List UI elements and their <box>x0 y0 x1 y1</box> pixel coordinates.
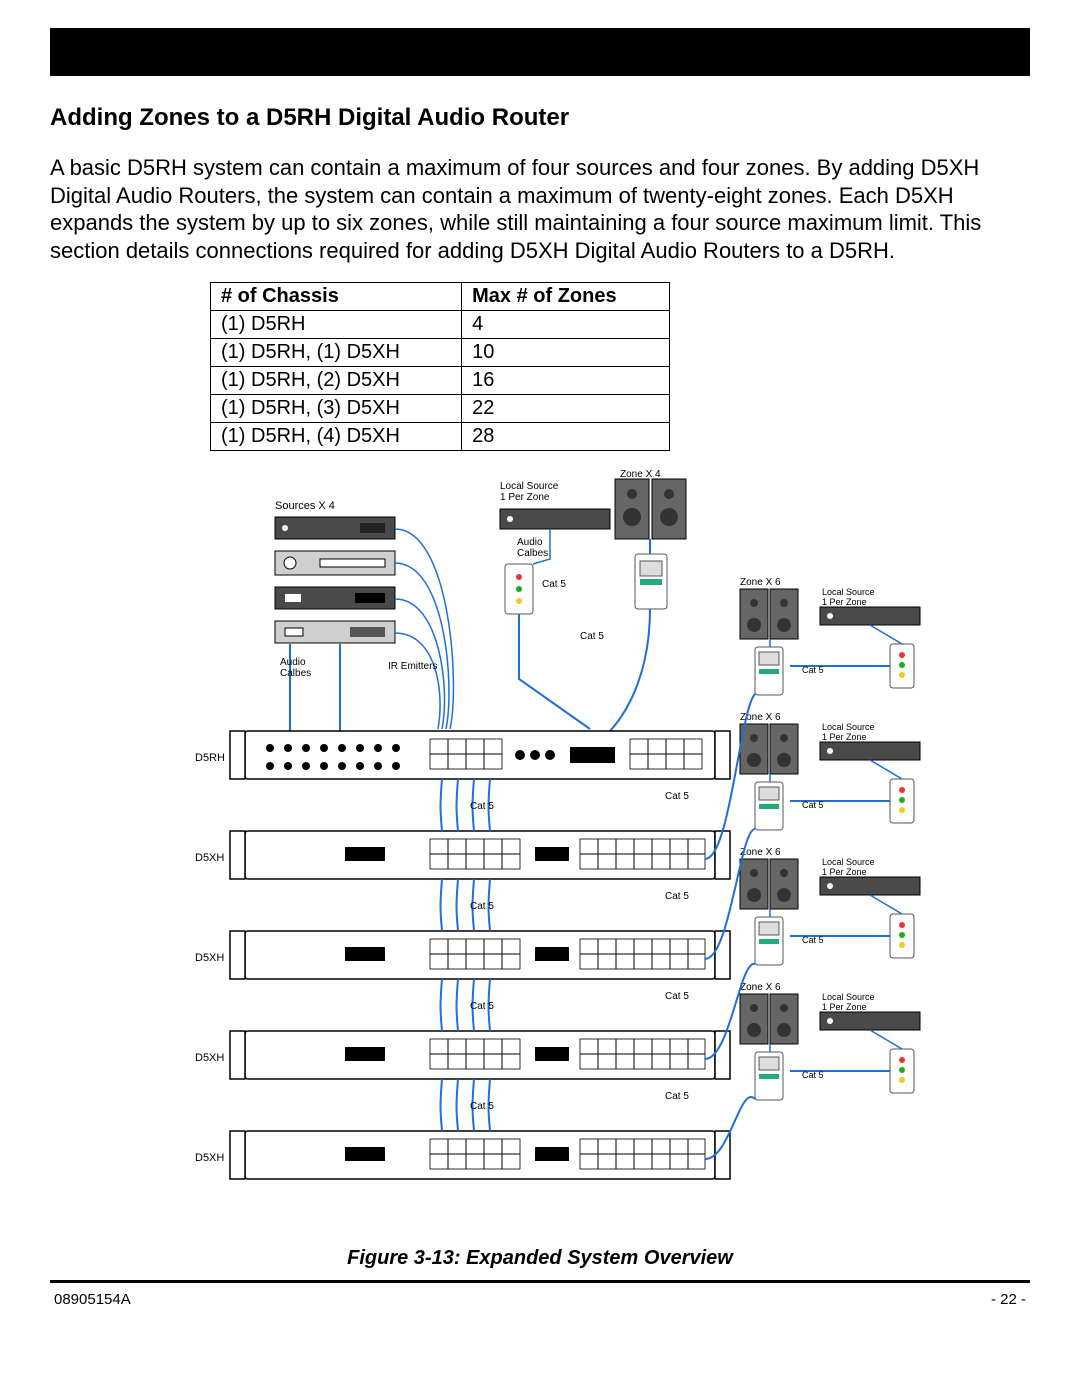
chassis-label-d5xh-3: D5XH <box>195 1052 224 1064</box>
svg-text:1 Per Zone: 1 Per Zone <box>500 492 550 503</box>
cat5-label: Cat 5 <box>665 1091 689 1102</box>
cat5-label: Cat 5 <box>802 800 824 810</box>
audio-cables-left-label: Audio <box>280 657 306 668</box>
page-number: - 22 - <box>991 1291 1026 1308</box>
source-device-3-icon <box>275 587 395 609</box>
local-source-top-label: Local Source <box>500 481 559 492</box>
chassis-label-d5xh-4: D5XH <box>195 1152 224 1164</box>
zone-x6-label: Zone X 6 <box>740 847 781 858</box>
d5xh-chassis-3-icon <box>230 1031 730 1079</box>
chassis-table: # of Chassis Max # of Zones (1) D5RH4 (1… <box>210 282 670 451</box>
local-source-top-icon <box>500 509 610 529</box>
table-row: (1) D5RH, (4) D5XH28 <box>211 423 670 451</box>
local-source-label: Local Source <box>822 992 875 1002</box>
svg-text:1 Per Zone: 1 Per Zone <box>822 867 867 877</box>
zone-x6-label: Zone X 6 <box>740 982 781 993</box>
source-device-4-icon <box>275 621 395 643</box>
table-row: (1) D5RH4 <box>211 311 670 339</box>
section-title: Adding Zones to a D5RH Digital Audio Rou… <box>50 104 1030 132</box>
cat5-label: Cat 5 <box>802 1070 824 1080</box>
table-header-zones: Max # of Zones <box>462 283 670 311</box>
intro-paragraph: A basic D5RH system can contain a maximu… <box>50 154 1030 264</box>
doc-id: 08905154A <box>54 1291 131 1308</box>
figure-caption: Figure 3-13: Expanded System Overview <box>50 1247 1030 1270</box>
zone-x6-label: Zone X 6 <box>740 577 781 588</box>
cat5-label: Cat 5 <box>802 665 824 675</box>
audio-cables-mid-label: Audio <box>517 537 543 548</box>
cat5-label: Cat 5 <box>665 991 689 1002</box>
cat5-label: Cat 5 <box>580 631 604 642</box>
header-black-bar <box>50 28 1030 76</box>
cat5-label: Cat 5 <box>802 935 824 945</box>
chassis-label-d5rh: D5RH <box>195 752 225 764</box>
cat5-label: Cat 5 <box>470 801 494 812</box>
svg-text:Calbes: Calbes <box>280 668 311 679</box>
d5xh-chassis-2-icon <box>230 931 730 979</box>
cat5-label: Cat 5 <box>665 891 689 902</box>
zone-x4-label: Zone X 4 <box>620 469 661 480</box>
cat5-label: Cat 5 <box>470 1001 494 1012</box>
table-row: (1) D5RH, (1) D5XH10 <box>211 339 670 367</box>
wall-plate-top-icon <box>505 564 533 614</box>
svg-text:1 Per Zone: 1 Per Zone <box>822 1002 867 1012</box>
cat5-label: Cat 5 <box>665 791 689 802</box>
footer-rule <box>50 1280 1030 1283</box>
chassis-label-d5xh-1: D5XH <box>195 852 224 864</box>
local-source-label: Local Source <box>822 722 875 732</box>
cat5-label: Cat 5 <box>470 1101 494 1112</box>
source-device-1-icon <box>275 517 395 539</box>
d5xh-chassis-1-icon <box>230 831 730 879</box>
chassis-label-d5xh-2: D5XH <box>195 952 224 964</box>
svg-text:1 Per Zone: 1 Per Zone <box>822 597 867 607</box>
local-source-label: Local Source <box>822 857 875 867</box>
zone-top-speakers-icon <box>615 479 686 539</box>
svg-text:1 Per Zone: 1 Per Zone <box>822 732 867 742</box>
local-source-label: Local Source <box>822 587 875 597</box>
table-row: (1) D5RH, (3) D5XH22 <box>211 395 670 423</box>
ir-emitters-label: IR Emitters <box>388 661 437 672</box>
table-row: (1) D5RH, (2) D5XH16 <box>211 367 670 395</box>
cat5-label: Cat 5 <box>470 901 494 912</box>
svg-text:Calbes: Calbes <box>517 548 548 559</box>
table-header-chassis: # of Chassis <box>211 283 462 311</box>
zone-top-keypad-icon <box>635 554 667 609</box>
system-diagram: Sources X 4 Audio Calbes IR Emitters Loc… <box>90 469 990 1239</box>
source-device-2-icon <box>275 551 395 575</box>
sources-label: Sources X 4 <box>275 500 335 512</box>
d5rh-chassis-icon <box>230 731 730 779</box>
cat5-label: Cat 5 <box>542 579 566 590</box>
d5xh-chassis-4-icon <box>230 1131 730 1179</box>
